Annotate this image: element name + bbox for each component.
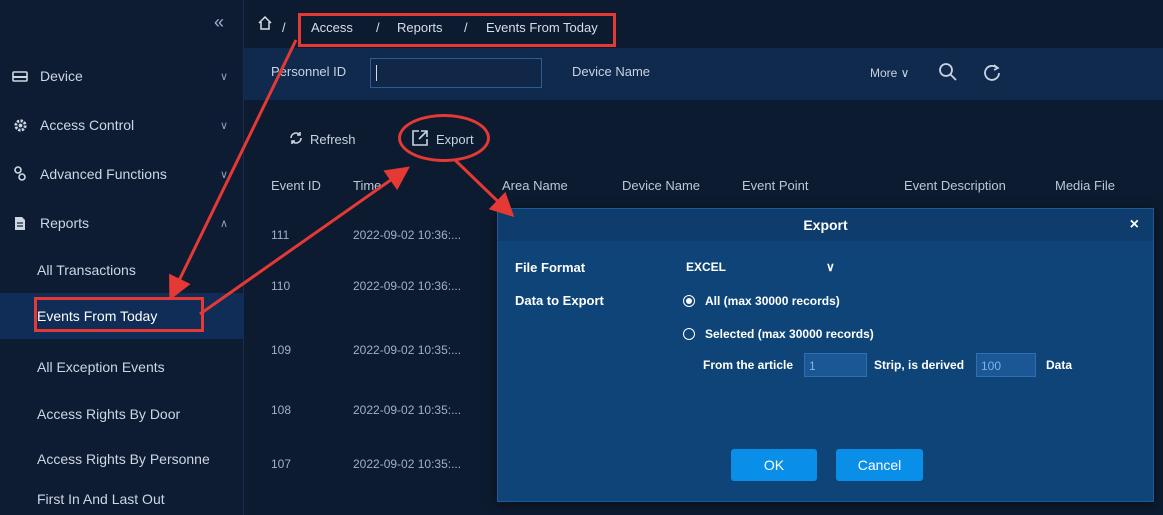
device-icon bbox=[12, 68, 28, 84]
derived-count-input[interactable]: 100 bbox=[976, 353, 1036, 377]
radio-button[interactable] bbox=[683, 295, 695, 307]
radio-button[interactable] bbox=[683, 328, 695, 340]
column-header-event-description[interactable]: Event Description bbox=[904, 178, 1006, 193]
sidebar-item-label: Advanced Functions bbox=[40, 166, 167, 182]
event-id-cell: 111 bbox=[271, 228, 290, 242]
file-format-select[interactable]: EXCEL ∨ bbox=[684, 257, 844, 279]
chevron-up-icon: ∧ bbox=[220, 217, 229, 230]
close-icon[interactable]: × bbox=[1130, 216, 1139, 234]
column-header-event-id[interactable]: Event ID bbox=[271, 178, 321, 193]
column-header-time[interactable]: Time bbox=[353, 178, 381, 193]
reset-icon[interactable] bbox=[982, 62, 1002, 85]
time-cell: 2022-09-02 10:36:... bbox=[353, 228, 462, 242]
file-format-label: File Format bbox=[515, 260, 586, 275]
gear-icon bbox=[12, 117, 28, 133]
data-suffix-label: Data bbox=[1046, 358, 1073, 372]
sidebar-item-label: Device bbox=[40, 68, 83, 84]
chevron-down-icon: ∨ bbox=[220, 168, 229, 181]
time-cell: 2022-09-02 10:36:... bbox=[353, 279, 462, 293]
column-header-event-point[interactable]: Event Point bbox=[742, 178, 809, 193]
sidebar-item-label: Access Control bbox=[40, 117, 135, 133]
personnel-id-label: Personnel ID bbox=[271, 64, 347, 79]
data-to-export-label: Data to Export bbox=[515, 293, 604, 308]
sidebar-item-first-in-last-out[interactable]: First In And Last Out bbox=[0, 482, 244, 515]
sidebar-item-advanced-functions[interactable]: Advanced Functions ∨ bbox=[0, 154, 244, 194]
collapse-sidebar-icon[interactable]: « bbox=[214, 12, 224, 33]
advanced-icon bbox=[12, 166, 28, 182]
device-name-label: Device Name bbox=[572, 64, 651, 79]
time-cell: 2022-09-02 10:35:... bbox=[353, 457, 462, 471]
radio-all-label: All (max 30000 records) bbox=[705, 294, 840, 308]
more-filters-button[interactable]: More ∨ bbox=[870, 66, 909, 80]
personnel-id-input[interactable] bbox=[370, 58, 542, 88]
column-header-media-file[interactable]: Media File bbox=[1055, 178, 1115, 193]
sidebar-item-all-transactions[interactable]: All Transactions bbox=[0, 247, 244, 293]
sidebar-item-access-rights-by-personnel[interactable]: Access Rights By Personne bbox=[0, 436, 244, 482]
chevron-down-icon: ∨ bbox=[220, 70, 229, 83]
ok-button[interactable]: OK bbox=[731, 449, 817, 481]
event-id-cell: 108 bbox=[271, 403, 292, 417]
file-format-value: EXCEL bbox=[686, 260, 727, 274]
from-article-label: From the article bbox=[703, 358, 794, 372]
text-cursor bbox=[376, 65, 377, 81]
sidebar-item-label: Reports bbox=[40, 215, 90, 231]
time-cell: 2022-09-02 10:35:... bbox=[353, 403, 462, 417]
home-icon[interactable] bbox=[257, 15, 273, 34]
time-cell: 2022-09-02 10:35:... bbox=[353, 343, 462, 357]
column-header-area-name[interactable]: Area Name bbox=[502, 178, 568, 193]
annotation-oval-export bbox=[398, 114, 490, 162]
event-id-cell: 109 bbox=[271, 343, 292, 357]
chevron-down-icon: ∨ bbox=[826, 260, 835, 274]
sidebar-item-reports[interactable]: Reports ∧ bbox=[0, 203, 244, 243]
sidebar-item-device[interactable]: Device ∨ bbox=[0, 56, 244, 96]
event-id-cell: 107 bbox=[271, 457, 292, 471]
sidebar-item-access-rights-by-door[interactable]: Access Rights By Door bbox=[0, 391, 244, 437]
cancel-button[interactable]: Cancel bbox=[836, 449, 923, 481]
sidebar: « Device ∨ Access Control ∨ Advanced Fun… bbox=[0, 0, 244, 515]
annotation-box-breadcrumb bbox=[298, 13, 616, 47]
sidebar-item-all-exception-events[interactable]: All Exception Events bbox=[0, 344, 244, 390]
strip-derived-label: Strip, is derived bbox=[874, 358, 965, 372]
dialog-title: Export bbox=[803, 217, 848, 233]
refresh-icon bbox=[288, 130, 304, 149]
document-icon bbox=[12, 215, 28, 231]
annotation-box-sidebar bbox=[34, 297, 204, 332]
export-dialog: Export × File Format EXCEL ∨ Data to Exp… bbox=[497, 208, 1154, 502]
from-article-input[interactable]: 1 bbox=[804, 353, 867, 377]
refresh-button[interactable]: Refresh bbox=[288, 130, 356, 149]
column-header-device-name[interactable]: Device Name bbox=[622, 178, 700, 193]
filter-bar: Personnel ID Device Name More ∨ bbox=[244, 48, 1163, 100]
event-id-cell: 110 bbox=[271, 279, 291, 293]
search-icon[interactable] bbox=[938, 62, 958, 85]
dialog-header: Export × bbox=[498, 209, 1153, 241]
breadcrumb-separator: / bbox=[282, 20, 286, 35]
radio-selected-label: Selected (max 30000 records) bbox=[705, 327, 874, 341]
chevron-down-icon: ∨ bbox=[220, 119, 229, 132]
sidebar-item-access-control[interactable]: Access Control ∨ bbox=[0, 105, 244, 145]
